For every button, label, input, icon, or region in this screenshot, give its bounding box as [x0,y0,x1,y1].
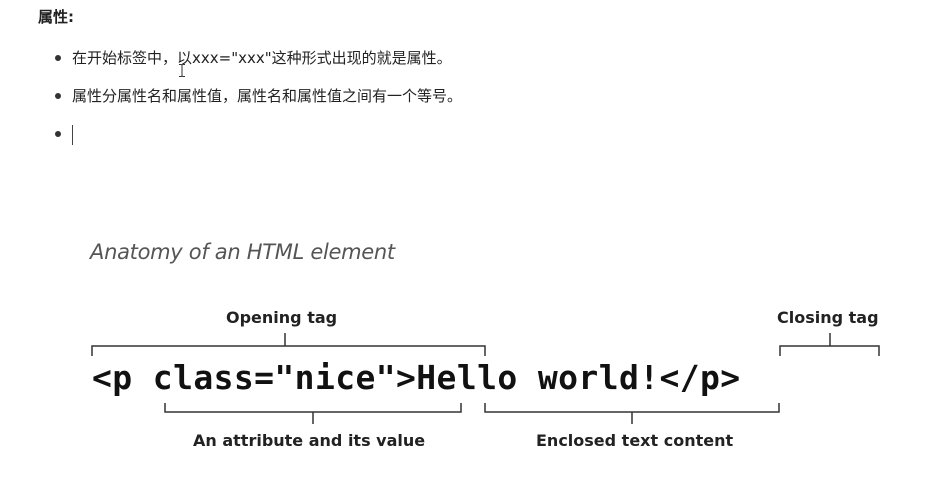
content-bracket [484,403,780,424]
bracket-lines [91,333,880,424]
code-example: <p class="nice">Hello world!</p> [92,358,741,397]
attribute-label: An attribute and its value [193,431,426,450]
html-anatomy-diagram: Anatomy of an HTML element Opening tag C… [0,0,950,491]
closing-tag-bracket [779,333,880,356]
opening-tag-bracket [91,333,486,356]
content-label: Enclosed text content [536,431,734,450]
attribute-bracket [164,403,462,424]
